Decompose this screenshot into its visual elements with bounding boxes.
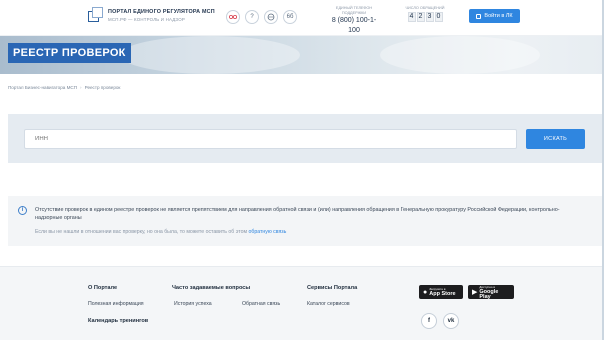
facebook-button[interactable]: f (421, 313, 437, 329)
googleplay-big: Google Play (479, 288, 499, 300)
counter-label: ЧИСЛО ОБРАЩЕНИЙ (405, 6, 445, 10)
help-button[interactable]: ? (245, 10, 259, 24)
info-icon: i (18, 206, 27, 215)
facebook-icon: f (428, 318, 430, 324)
footer-link-success-story[interactable]: История успеха (174, 301, 212, 307)
phone-number[interactable]: 8 (800) 100-1-100 (326, 16, 382, 36)
vk-button[interactable]: vk (443, 313, 459, 329)
phone-block: ЕДИНЫЙ ТЕЛЕФОН ПОДДЕРЖКИ 8 (800) 100-1-1… (326, 6, 382, 36)
footer-heading-faq[interactable]: Часто задаваемые вопросы (172, 285, 250, 291)
page-title: РЕЕСТР ПРОВЕРОК (8, 43, 131, 63)
top-header: ПОРТАЛ ЕДИНОГО РЕГУЛЯТОРА МСП МСП.РФ — К… (0, 0, 604, 36)
page: ПОРТАЛ ЕДИНОГО РЕГУЛЯТОРА МСП МСП.РФ — К… (0, 0, 604, 340)
vk-icon: vk (447, 318, 455, 324)
counter-block: ЧИСЛО ОБРАЩЕНИЙ 4 2 3 0 (401, 6, 449, 22)
inn-search-input[interactable] (24, 129, 517, 149)
info-note: Если вы не нашли в отношении вас проверк… (35, 228, 575, 236)
phone-label: ЕДИНЫЙ ТЕЛЕФОН ПОДДЕРЖКИ (335, 6, 373, 15)
logo-title: ПОРТАЛ ЕДИНОГО РЕГУЛЯТОРА МСП (108, 9, 215, 15)
vision-mode-button[interactable]: 6б (283, 10, 297, 24)
counter-digits: 4 2 3 0 (401, 12, 449, 22)
glasses-button[interactable] (226, 10, 240, 24)
login-label: Войти в ЛК (484, 13, 513, 19)
appstore-big: App Store (429, 291, 456, 297)
google-play-icon: ▶ (472, 288, 478, 296)
googleplay-button[interactable]: ▶ Доступно в Google Play (468, 285, 514, 299)
info-note-text: Если вы не нашли в отношении вас проверк… (35, 229, 248, 235)
globe-icon (267, 13, 275, 21)
counter-digit: 2 (416, 12, 425, 22)
footer-link-useful-info[interactable]: Полезная информация (88, 301, 144, 307)
footer-heading-about[interactable]: О Портале (88, 285, 117, 291)
logo-text[interactable]: ПОРТАЛ ЕДИНОГО РЕГУЛЯТОРА МСП МСП.РФ — К… (108, 9, 215, 23)
vision-icon: 6б (286, 14, 294, 20)
search-button[interactable]: ИСКАТЬ (526, 129, 585, 149)
breadcrumb-separator: › (80, 85, 82, 90)
breadcrumb-current: Реестр проверок (84, 85, 121, 90)
logo-icon[interactable] (88, 7, 103, 23)
language-button[interactable] (264, 10, 278, 24)
info-notice: i Отсутствие проверок в едином реестре п… (8, 196, 602, 246)
info-text: Отсутствие проверок в едином реестре про… (35, 207, 560, 221)
breadcrumb: Портал Бизнес-навигатора МСП › Реестр пр… (8, 85, 120, 90)
footer-heading-services[interactable]: Сервисы Портала (307, 285, 357, 291)
feedback-link[interactable]: обратную связь (248, 229, 286, 235)
footer-link-feedback[interactable]: Обратная связь (242, 301, 280, 307)
search-panel: ИСКАТЬ (8, 114, 602, 163)
counter-digit: 0 (434, 12, 443, 22)
question-icon: ? (250, 14, 254, 20)
footer-link-training-calendar[interactable]: Календарь тренингов (88, 318, 148, 324)
glasses-icon (229, 15, 237, 19)
breadcrumb-home[interactable]: Портал Бизнес-навигатора МСП (8, 85, 77, 90)
appstore-button[interactable]: ● Загрузите в App Store (419, 285, 463, 299)
login-icon (476, 13, 482, 19)
logo-subtitle: МСП.РФ — КОНТРОЛЬ И НАДЗОР (108, 17, 185, 22)
login-button[interactable]: Войти в ЛК (469, 9, 520, 23)
counter-digit: 3 (425, 12, 434, 22)
footer-link-service-catalog[interactable]: Каталог сервисов (307, 301, 350, 307)
counter-digit: 4 (407, 12, 416, 22)
apple-icon: ● (423, 288, 428, 296)
